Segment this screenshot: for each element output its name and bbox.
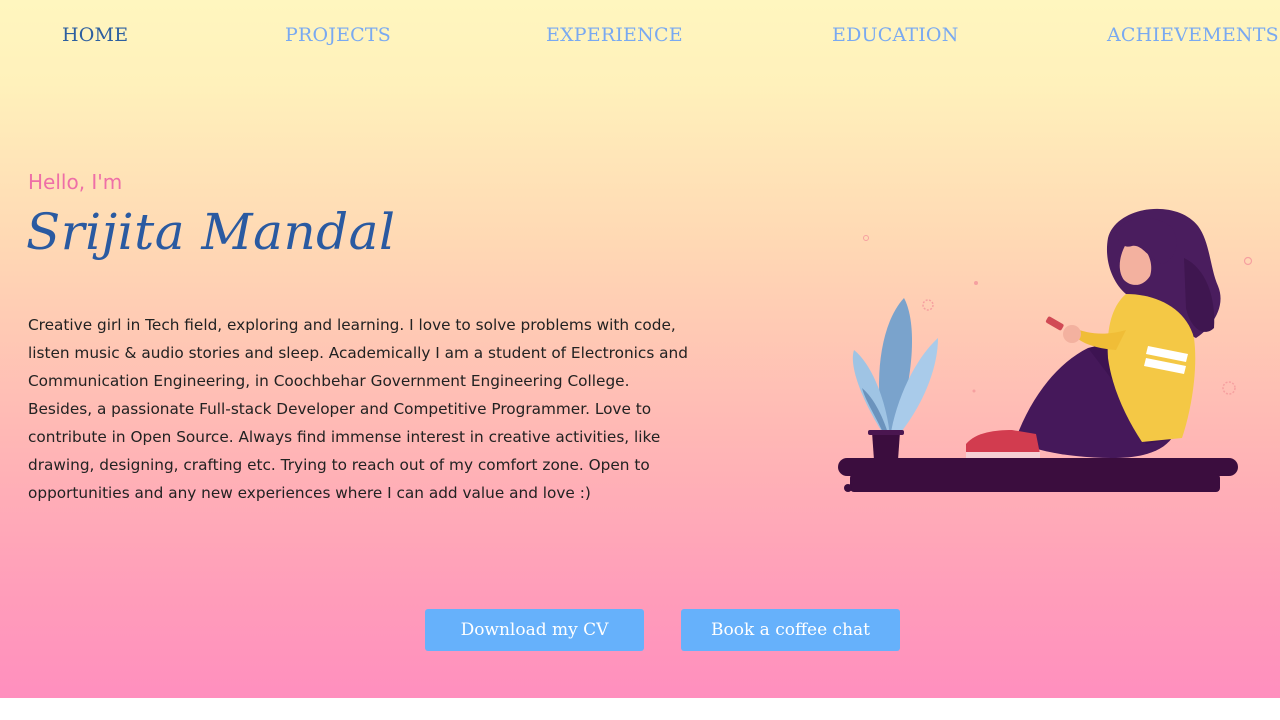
name-heading: Srijita Mandal [26, 203, 396, 261]
sparkle-icon [922, 299, 934, 311]
book-coffee-chat-button[interactable]: Book a coffee chat [681, 609, 900, 651]
sparkle-icon [863, 235, 869, 241]
phone-icon [1045, 316, 1064, 331]
nav-achievements-link[interactable]: ACHIEVEMENTS [1107, 24, 1279, 46]
ground-platform [844, 484, 852, 492]
download-cv-button[interactable]: Download my CV [425, 609, 644, 651]
plant-pot [872, 432, 900, 460]
ground-platform [850, 474, 1220, 492]
nav-education-link[interactable]: EDUCATION [832, 24, 959, 46]
nav-experience-link[interactable]: EXPERIENCE [546, 24, 683, 46]
top-nav: HOME PROJECTS EXPERIENCE EDUCATION ACHIE… [0, 0, 1280, 74]
sparkle-icon [1243, 256, 1253, 266]
dot-icon [974, 281, 978, 285]
dot-icon [972, 389, 976, 393]
sparkle-icon [1222, 381, 1236, 395]
ground-platform [838, 458, 1238, 476]
girl-with-phone-illustration [838, 208, 1253, 492]
hero-section: HOME PROJECTS EXPERIENCE EDUCATION ACHIE… [0, 0, 1280, 698]
plant-pot [868, 430, 904, 435]
nav-home-link[interactable]: HOME [62, 24, 128, 46]
shoe-sole [966, 452, 1040, 458]
hand [1063, 325, 1081, 343]
greeting-text: Hello, I'm [28, 170, 123, 194]
bio-paragraph: Creative girl in Tech field, exploring a… [28, 316, 688, 502]
nav-projects-link[interactable]: PROJECTS [285, 24, 391, 46]
